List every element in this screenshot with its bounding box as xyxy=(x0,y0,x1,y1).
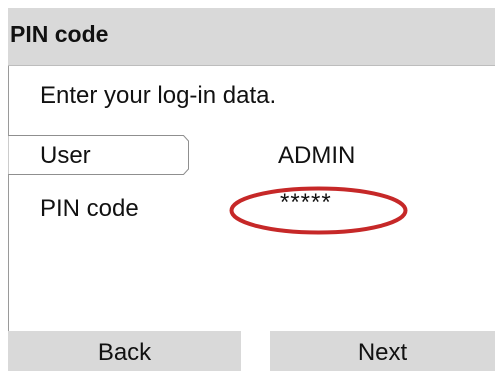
pin-code-screen: PIN code Enter your log-in data. User AD… xyxy=(8,8,495,371)
selected-field-tab xyxy=(8,135,189,175)
user-field-row[interactable]: User ADMIN xyxy=(8,135,495,175)
pin-code-label: PIN code xyxy=(40,195,139,222)
user-label: User xyxy=(40,142,91,169)
title-bar: PIN code xyxy=(8,8,495,66)
back-button[interactable]: Back xyxy=(8,331,241,371)
pin-code-field-row[interactable]: PIN code ***** xyxy=(8,188,495,228)
pin-code-value[interactable]: ***** xyxy=(280,189,332,217)
next-button-label: Next xyxy=(357,339,408,366)
next-button[interactable]: Next xyxy=(270,331,495,371)
login-instruction: Enter your log-in data. xyxy=(40,82,277,109)
user-value[interactable]: ADMIN xyxy=(278,142,355,170)
screen-title: PIN code xyxy=(10,21,109,47)
back-button-label: Back xyxy=(97,339,152,366)
